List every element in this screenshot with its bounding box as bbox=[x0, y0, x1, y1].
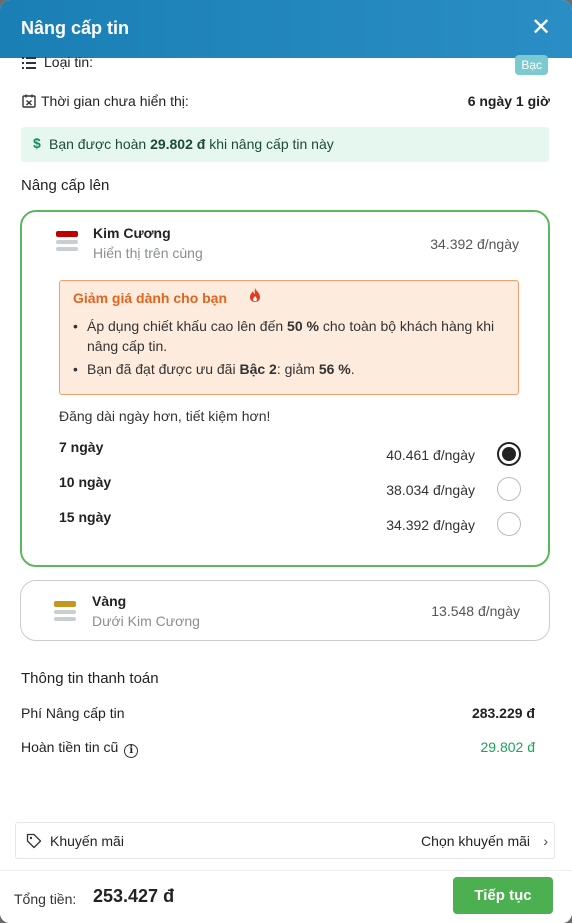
discount-box: Giảm giá dành cho bạn Áp dụng chiết khấu… bbox=[59, 280, 519, 395]
modal-title: Nâng cấp tin bbox=[21, 18, 130, 38]
discount-text: . bbox=[350, 361, 355, 377]
package-vang[interactable]: Vàng Dưới Kim Cương 13.548 đ/ngày bbox=[20, 580, 550, 641]
listing-type-badge: Bạc bbox=[515, 55, 548, 75]
refund-label: Hoàn tiền tin cũ bbox=[21, 739, 119, 755]
duration-option-15[interactable]: 15 ngày 34.392 đ/ngày bbox=[59, 509, 521, 538]
package-level-icon bbox=[54, 601, 76, 624]
fire-icon bbox=[250, 288, 260, 302]
package-subtitle: Hiển thị trên cùng bbox=[93, 245, 203, 261]
fee-value: 283.229 đ bbox=[471, 705, 535, 721]
unshown-time-row: Thời gian chưa hiển thị: 6 ngày 1 giờ bbox=[22, 93, 550, 113]
payment-section-title: Thông tin thanh toán bbox=[21, 670, 159, 687]
upgrade-section-title: Nâng cấp lên bbox=[21, 177, 110, 194]
listing-type-label: Loại tin: bbox=[44, 54, 94, 70]
duration-price: 40.461 đ/ngày bbox=[386, 447, 475, 463]
duration-price: 34.392 đ/ngày bbox=[386, 517, 475, 533]
refund-notice: $ Bạn được hoàn 29.802 đ khi nâng cấp ti… bbox=[21, 127, 549, 162]
duration-days: 15 ngày bbox=[59, 509, 112, 525]
promo-label: Khuyến mãi bbox=[50, 833, 124, 849]
package-price: 34.392 đ/ngày bbox=[430, 236, 519, 252]
duration-days: 7 ngày bbox=[59, 439, 104, 455]
package-name: Vàng bbox=[92, 593, 127, 609]
discount-percent: 56 % bbox=[318, 361, 351, 377]
promo-selector[interactable]: Khuyến mãi Chọn khuyến mãi › bbox=[15, 822, 555, 859]
duration-radio[interactable] bbox=[497, 477, 521, 501]
discount-text: Bạn đã đạt được ưu đãi bbox=[87, 361, 240, 377]
package-price: 13.548 đ/ngày bbox=[431, 603, 520, 619]
duration-option-10[interactable]: 10 ngày 38.034 đ/ngày bbox=[59, 474, 521, 503]
fee-label: Phí Nâng cấp tin bbox=[21, 705, 125, 721]
discount-bullet-1: Áp dụng chiết khấu cao lên đến 50 % cho … bbox=[73, 316, 513, 356]
package-level-icon bbox=[56, 231, 78, 254]
refund-notice-prefix: Bạn được hoàn bbox=[49, 136, 151, 152]
discount-list: Áp dụng chiết khấu cao lên đến 50 % cho … bbox=[73, 316, 513, 382]
refund-notice-amount: 29.802 đ bbox=[150, 136, 206, 152]
discount-bullet-2: Bạn đã đạt được ưu đãi Bậc 2: giảm 56 %. bbox=[73, 359, 513, 379]
duration-option-7[interactable]: 7 ngày 40.461 đ/ngày bbox=[59, 439, 521, 468]
discount-percent: 50 % bbox=[287, 318, 319, 334]
listing-type-row: Loại tin: Bạc bbox=[22, 54, 552, 76]
modal-body: Loại tin: Bạc Thời gian chưa hiển thị: 6… bbox=[0, 54, 572, 923]
duration-price: 38.034 đ/ngày bbox=[386, 482, 475, 498]
discount-text: : giảm bbox=[276, 361, 319, 377]
chevron-right-icon: › bbox=[543, 833, 548, 849]
promo-choose[interactable]: Chọn khuyến mãi bbox=[421, 833, 530, 849]
duration-radio[interactable] bbox=[497, 512, 521, 536]
duration-radio[interactable] bbox=[497, 442, 521, 466]
refund-label-wrap: Hoàn tiền tin cũ i bbox=[21, 739, 139, 758]
duration-days: 10 ngày bbox=[59, 474, 112, 490]
dollar-icon: $ bbox=[33, 135, 41, 151]
refund-notice-suffix: khi nâng cấp tin này bbox=[205, 136, 334, 152]
refund-value: 29.802 đ bbox=[480, 739, 536, 755]
total-value: 253.427 đ bbox=[93, 886, 175, 906]
total-label: Tổng tiền: bbox=[14, 891, 77, 907]
unshown-time-label: Thời gian chưa hiển thị: bbox=[41, 93, 189, 109]
tag-icon bbox=[26, 833, 42, 849]
package-kim-cuong[interactable]: Kim Cương Hiển thị trên cùng 34.392 đ/ng… bbox=[20, 210, 550, 567]
list-icon bbox=[22, 57, 36, 69]
modal-header: Nâng cấp tin ✕ bbox=[0, 0, 572, 58]
package-name: Kim Cương bbox=[93, 225, 171, 241]
discount-tier: Bậc 2 bbox=[239, 361, 277, 377]
upgrade-modal: Nâng cấp tin ✕ Loại tin: Bạc Thời gian c… bbox=[0, 0, 572, 923]
unshown-time-value: 6 ngày 1 giờ bbox=[467, 93, 550, 109]
calendar-x-icon bbox=[22, 94, 36, 108]
package-subtitle: Dưới Kim Cương bbox=[92, 613, 200, 629]
discount-title: Giảm giá dành cho bạn bbox=[73, 290, 228, 306]
modal-footer: Tổng tiền: 253.427 đ Tiếp tục bbox=[0, 870, 572, 923]
info-icon[interactable]: i bbox=[124, 744, 139, 758]
continue-button[interactable]: Tiếp tục bbox=[453, 877, 553, 914]
discount-text: Áp dụng chiết khấu cao lên đến bbox=[87, 318, 288, 334]
refund-notice-text: Bạn được hoàn 29.802 đ khi nâng cấp tin … bbox=[49, 136, 334, 152]
close-icon[interactable]: ✕ bbox=[530, 16, 552, 40]
longer-save-text: Đăng dài ngày hơn, tiết kiệm hơn! bbox=[59, 408, 271, 424]
